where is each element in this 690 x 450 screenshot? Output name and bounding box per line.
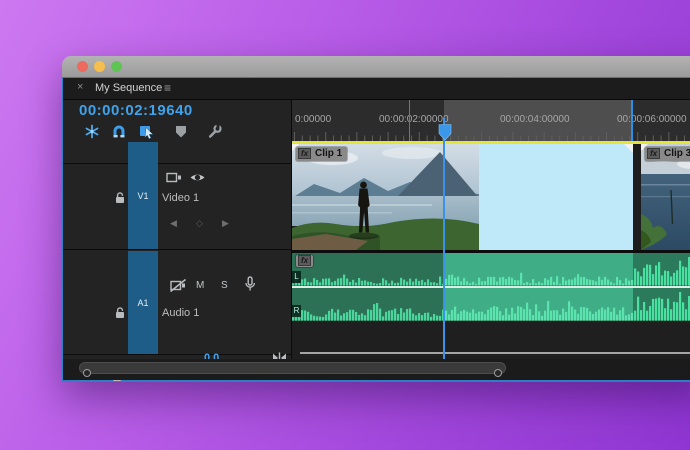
previous-keyframe-icon[interactable]: ◀: [170, 218, 177, 229]
horizontal-zoom-scrollbar[interactable]: [79, 362, 506, 377]
edit-point-line: [409, 100, 410, 141]
timeline-panel: × My Sequence ≡ 00:00:02:19640 V1 Video …: [62, 77, 690, 382]
timeline-settings-wrench-icon[interactable]: [207, 124, 223, 139]
next-keyframe-icon[interactable]: ▶: [222, 218, 229, 229]
playhead-line[interactable]: [443, 118, 445, 359]
audio-lane-right: [292, 287, 690, 321]
track-output-eye-icon[interactable]: [189, 171, 206, 184]
fx-badge[interactable]: fx: [298, 148, 311, 159]
clip-corner-notch: [624, 143, 633, 153]
row-divider: [63, 249, 291, 250]
timeline-tracks-area: fx Clip 1 fx Clip 3 fx L R: [292, 143, 690, 380]
audio-source-patch-a1[interactable]: A1: [128, 251, 158, 354]
nest-sequences-icon[interactable]: [84, 124, 100, 139]
add-marker-icon[interactable]: [173, 124, 189, 139]
mute-track-button[interactable]: M: [196, 280, 204, 291]
fx-badge[interactable]: fx: [647, 148, 660, 159]
snap-magnet-icon[interactable]: [111, 124, 127, 139]
app-window: × My Sequence ≡ 00:00:02:19640 V1 Video …: [62, 56, 690, 382]
video-clip-1[interactable]: fx Clip 1: [292, 143, 479, 250]
clip3-label-chip: fx Clip 3: [645, 146, 690, 161]
minimize-window-button[interactable]: [94, 61, 105, 72]
close-panel-icon[interactable]: ×: [77, 81, 83, 93]
fx-badge[interactable]: fx: [298, 255, 311, 266]
video-track-lock-icon[interactable]: [113, 191, 127, 204]
audio-fx-chip: fx: [296, 254, 313, 267]
video-clip-3[interactable]: fx Clip 3: [641, 143, 690, 250]
row-divider: [63, 163, 291, 164]
master-meter-line: [300, 351, 690, 354]
clip1-name: Clip 1: [315, 148, 343, 159]
voiceover-record-mic-icon[interactable]: [243, 276, 257, 293]
track-header-column: 00:00:02:19640 V1 Video 1 ◀ ◇ ▶ A1 M S A…: [63, 100, 292, 381]
channel-right-badge: R: [292, 304, 301, 317]
sync-lock-icon[interactable]: [166, 171, 182, 184]
waveform-right: [292, 291, 690, 321]
scrollbar-row: [63, 359, 690, 380]
linked-selection-icon[interactable]: [139, 124, 155, 139]
panel-menu-icon[interactable]: ≡: [164, 81, 171, 95]
desktop-background: × My Sequence ≡ 00:00:02:19640 V1 Video …: [0, 0, 690, 450]
ruler-label: 00:00:04:00000: [500, 114, 570, 125]
waveform-left: [292, 256, 690, 286]
panel-tab-bar: × My Sequence ≡: [63, 78, 690, 100]
time-ruler[interactable]: 0:00000 00:00:02:00000 00:00:04:00000 00…: [292, 100, 690, 141]
zoom-window-button[interactable]: [111, 61, 122, 72]
out-point-line: [631, 100, 633, 141]
audio-lane-left: [292, 252, 690, 286]
playhead-timecode[interactable]: 00:00:02:19640: [79, 102, 193, 119]
zoom-handle-right[interactable]: [494, 368, 502, 377]
audio-track-lock-icon[interactable]: [113, 306, 127, 319]
row-divider: [63, 354, 291, 355]
video-track-name[interactable]: Video 1: [162, 192, 199, 204]
clip1-label-chip: fx Clip 1: [296, 146, 348, 161]
close-window-button[interactable]: [77, 61, 88, 72]
ruler-label: 00:00:06:00000: [617, 114, 687, 125]
playhead-handle[interactable]: [437, 124, 453, 141]
channel-left-badge: L: [292, 270, 301, 283]
video-source-patch-v1[interactable]: V1: [128, 142, 158, 249]
clip3-name: Clip 3: [664, 148, 690, 159]
audio-clip[interactable]: fx L R: [292, 252, 690, 321]
solo-track-button[interactable]: S: [221, 280, 228, 291]
ruler-label: 0:00000: [295, 114, 332, 125]
window-titlebar[interactable]: [62, 56, 690, 77]
audio-track-name[interactable]: Audio 1: [162, 307, 199, 319]
selected-clip-region[interactable]: [479, 143, 633, 250]
sequence-tab[interactable]: My Sequence: [95, 82, 162, 94]
zoom-handle-left[interactable]: [83, 368, 91, 377]
audio-output-disabled-icon[interactable]: [169, 278, 187, 293]
add-keyframe-icon[interactable]: ◇: [196, 218, 203, 229]
